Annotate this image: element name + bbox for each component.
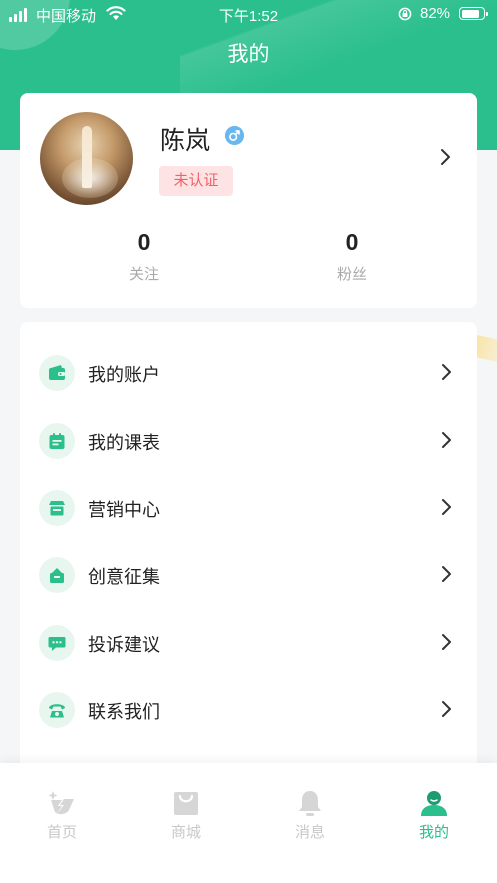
- following-count: 0: [137, 229, 151, 255]
- home-icon: [48, 791, 74, 815]
- following-label: 关注: [128, 266, 159, 283]
- user-icon: [421, 791, 447, 816]
- profile-card[interactable]: 陈岚 未认证 0 关注 0 粉丝: [20, 93, 477, 308]
- certification-status-badge[interactable]: 未认证: [159, 166, 233, 196]
- tab-mine[interactable]: 我的: [372, 763, 496, 853]
- tab-messages[interactable]: 消息: [248, 763, 372, 853]
- menu-item-label: 联系我们: [88, 702, 160, 722]
- battery-icon: [459, 7, 488, 20]
- chevron-right-icon[interactable]: [438, 147, 454, 167]
- chevron-right-icon: [442, 432, 451, 448]
- tab-mall[interactable]: 商城: [124, 763, 248, 853]
- avatar[interactable]: [40, 112, 133, 205]
- menu-item-my-schedule[interactable]: 我的课表: [20, 418, 477, 472]
- idea-box-icon: [39, 557, 75, 593]
- menu-item-label: 投诉建议: [88, 635, 160, 655]
- shopping-bag-icon: [174, 792, 198, 815]
- following-stat[interactable]: 0 关注: [84, 229, 204, 284]
- menu-item-contact-us[interactable]: 联系我们: [20, 687, 477, 741]
- tab-label: 首页: [46, 824, 77, 841]
- tab-label: 消息: [294, 824, 325, 841]
- chevron-right-icon: [442, 499, 451, 515]
- menu-item-label: 我的课表: [88, 433, 160, 453]
- schedule-icon: [39, 423, 75, 459]
- menu-item-marketing-center[interactable]: 营销中心: [20, 485, 477, 539]
- tab-label: 我的: [418, 824, 449, 841]
- chevron-right-icon: [442, 701, 451, 717]
- menu-item-label: 我的账户: [88, 365, 160, 385]
- menu-item-my-account[interactable]: 我的账户: [20, 350, 477, 404]
- menu-item-label: 创意征集: [88, 567, 160, 587]
- battery-percentage: 82%: [420, 5, 451, 22]
- chevron-right-icon: [442, 634, 451, 650]
- fans-stat[interactable]: 0 粉丝: [292, 229, 412, 284]
- rotation-lock-icon: [398, 7, 412, 21]
- male-gender-icon: [225, 126, 244, 145]
- phone-icon: [39, 692, 75, 728]
- tab-bar: 首页 商城 消息 我的: [0, 763, 497, 883]
- tab-home[interactable]: 首页: [0, 763, 124, 853]
- fans-count: 0: [345, 229, 359, 255]
- chevron-right-icon: [442, 364, 451, 380]
- chevron-right-icon: [442, 566, 451, 582]
- menu-item-complaints-suggestions[interactable]: 投诉建议: [20, 620, 477, 674]
- status-bar: 中国移动 下午1:52 82%: [0, 0, 497, 28]
- bell-icon: [299, 791, 321, 816]
- user-name: 陈岚: [160, 127, 211, 155]
- store-icon: [39, 490, 75, 526]
- chat-bubble-icon: [39, 625, 75, 661]
- wallet-icon: [39, 355, 75, 391]
- menu-item-label: 营销中心: [88, 500, 160, 520]
- menu-item-idea-collection[interactable]: 创意征集: [20, 552, 477, 606]
- tab-label: 商城: [170, 824, 201, 841]
- page-title: 我的: [227, 43, 270, 66]
- menu-card: 我的账户 我的课表 营销中心 创意征集 投诉建议 联系我们: [20, 322, 477, 782]
- fans-label: 粉丝: [336, 266, 367, 283]
